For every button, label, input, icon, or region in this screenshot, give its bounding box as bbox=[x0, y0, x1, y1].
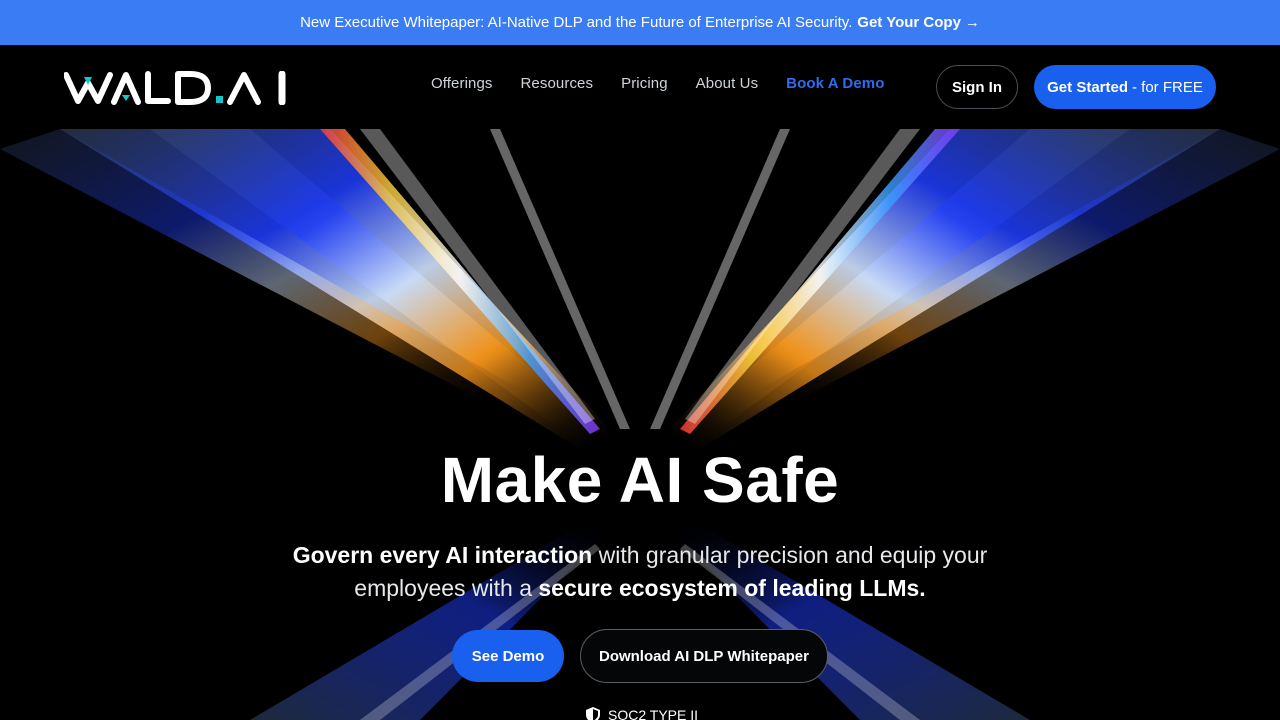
nav-pricing[interactable]: Pricing bbox=[621, 75, 668, 92]
announcement-bar[interactable]: New Executive Whitepaper: AI-Native DLP … bbox=[0, 0, 1280, 45]
hero-section: Make AI Safe Govern every AI interaction… bbox=[0, 129, 1280, 720]
sub-emphasis-1: Govern every AI interaction bbox=[292, 542, 593, 568]
sign-in-button[interactable]: Sign In bbox=[936, 65, 1018, 109]
get-started-button[interactable]: Get Started - for FREE bbox=[1034, 65, 1216, 109]
nav-resources[interactable]: Resources bbox=[521, 75, 594, 92]
hero-subheadline: Govern every AI interaction with granula… bbox=[290, 539, 990, 605]
soc2-badge: SOC2 TYPE II bbox=[586, 707, 698, 720]
get-started-suffix: - for FREE bbox=[1132, 78, 1203, 96]
see-demo-button[interactable]: See Demo bbox=[452, 630, 564, 682]
announcement-text: New Executive Whitepaper: AI-Native DLP … bbox=[300, 14, 853, 31]
shield-icon bbox=[586, 707, 600, 720]
announcement-cta-link[interactable]: Get Your Copy bbox=[857, 14, 961, 31]
nav-book-a-demo[interactable]: Book A Demo bbox=[786, 75, 884, 92]
get-started-label: Get Started bbox=[1047, 78, 1128, 96]
download-whitepaper-button[interactable]: Download AI DLP Whitepaper bbox=[580, 629, 828, 683]
top-navigation: Offerings Resources Pricing About Us Boo… bbox=[0, 45, 1280, 129]
soc2-label: SOC2 TYPE II bbox=[608, 707, 698, 720]
wald-ai-logo[interactable] bbox=[64, 71, 290, 105]
arrow-right-icon: → bbox=[964, 14, 980, 31]
hero-headline: Make AI Safe bbox=[440, 444, 840, 516]
sub-emphasis-2: secure ecosystem of leading LLMs. bbox=[538, 575, 926, 601]
nav-about-us[interactable]: About Us bbox=[696, 75, 759, 92]
nav-offerings[interactable]: Offerings bbox=[431, 75, 493, 92]
main-menu: Offerings Resources Pricing About Us Boo… bbox=[431, 75, 913, 92]
